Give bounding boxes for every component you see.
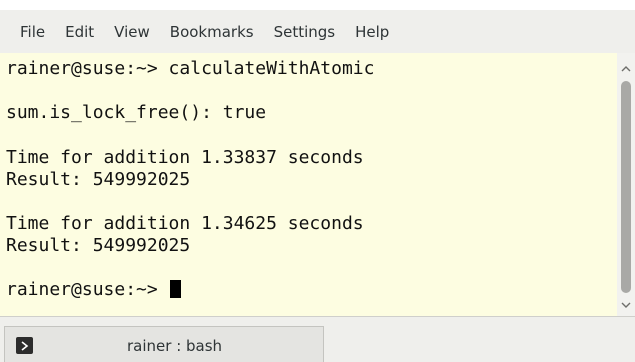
scroll-up-arrow-icon[interactable]	[617, 59, 635, 77]
menu-settings[interactable]: Settings	[264, 19, 346, 45]
menu-edit[interactable]: Edit	[55, 19, 104, 45]
terminal-line-time-1: Time for addition 1.33837 seconds	[6, 147, 364, 168]
tab-label: rainer : bash	[127, 337, 223, 355]
terminal-line-result-1: Result: 549992025	[6, 169, 191, 190]
terminal-line-lock-free: sum.is_lock_free(): true	[6, 102, 267, 123]
text-cursor	[169, 280, 181, 298]
menu-bar: File Edit View Bookmarks Settings Help	[0, 10, 635, 53]
terminal-line-prompt: rainer@suse:~>	[6, 279, 181, 301]
terminal-line-result-2: Result: 549992025	[6, 235, 191, 256]
tab-rainer-bash[interactable]: rainer : bash	[4, 326, 324, 362]
terminal-line-time-2: Time for addition 1.34625 seconds	[6, 213, 364, 234]
menu-help[interactable]: Help	[345, 19, 399, 45]
terminal-line-command: rainer@suse:~> calculateWithAtomic	[6, 58, 375, 79]
menu-file[interactable]: File	[10, 19, 55, 45]
menu-view[interactable]: View	[104, 19, 160, 45]
vertical-scrollbar[interactable]	[617, 53, 635, 316]
menu-bookmarks[interactable]: Bookmarks	[160, 19, 264, 45]
scroll-down-arrow-icon[interactable]	[617, 296, 635, 314]
prompt-text: rainer@suse:~>	[6, 279, 169, 300]
terminal-area[interactable]: rainer@suse:~> calculateWithAtomic sum.i…	[0, 53, 617, 316]
tab-bar: rainer : bash	[0, 316, 635, 362]
scrollbar-thumb[interactable]	[621, 81, 631, 293]
terminal-icon	[16, 337, 33, 354]
